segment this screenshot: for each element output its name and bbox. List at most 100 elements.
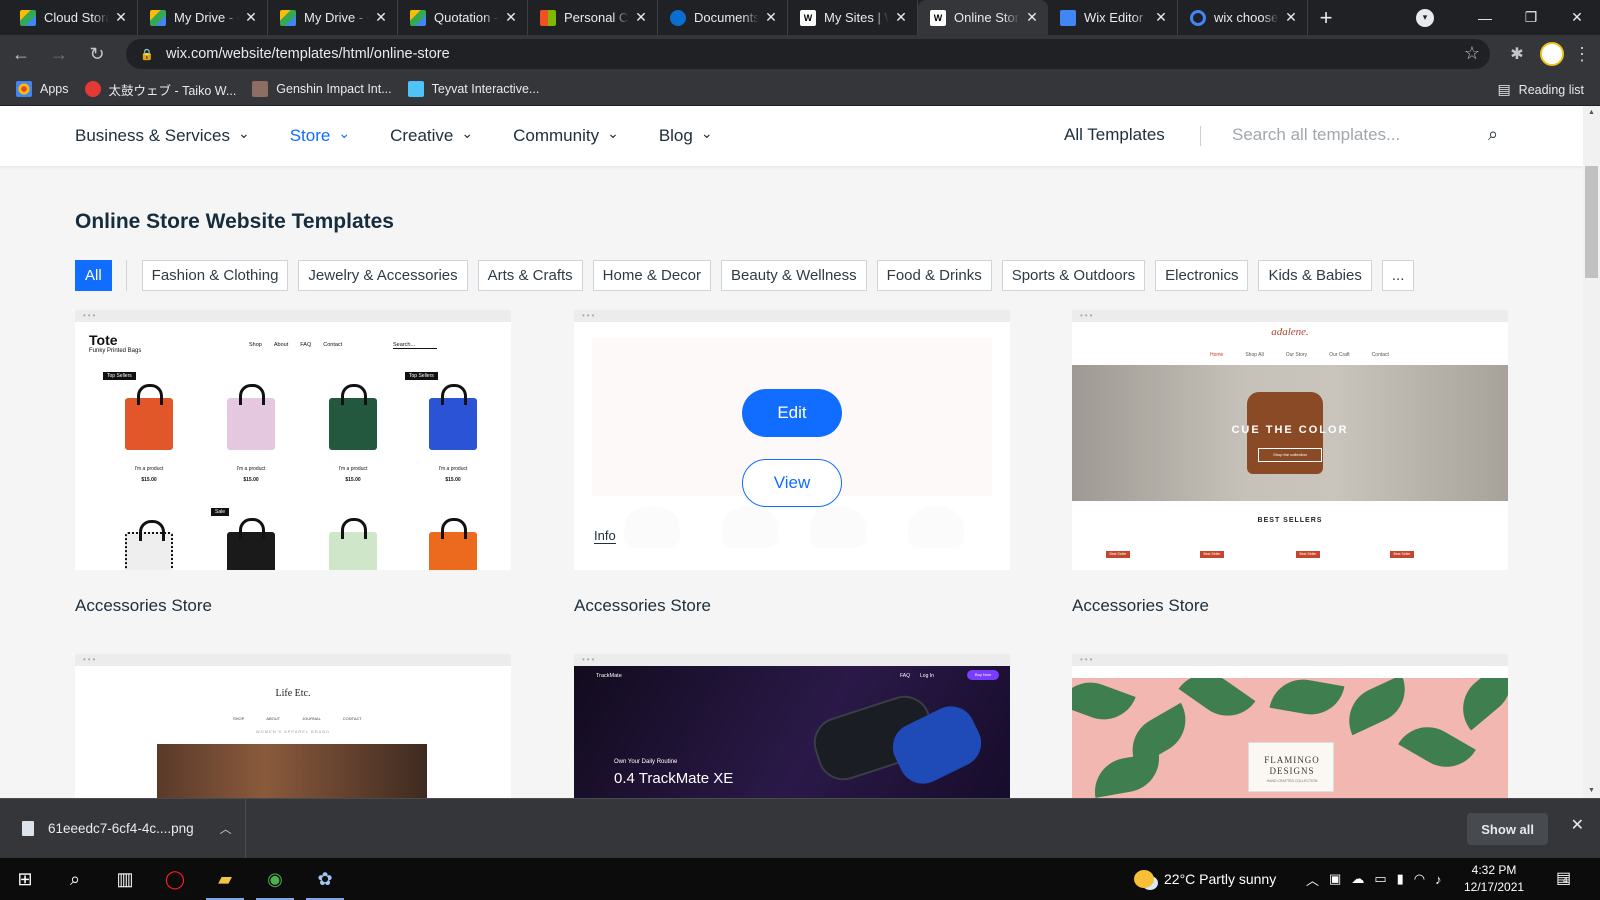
close-tab-icon[interactable]: ✕ xyxy=(1024,9,1040,26)
browser-tab[interactable]: My Drive - Google Drive ✕ xyxy=(138,0,268,35)
close-tab-icon[interactable]: ✕ xyxy=(1283,9,1299,26)
extensions-puzzle-icon[interactable]: ✱ xyxy=(1500,37,1534,71)
notifications-icon[interactable]: ▤4 xyxy=(1556,868,1571,888)
filter-more-button[interactable]: ... xyxy=(1381,260,1415,291)
file-explorer-icon[interactable]: ▰ xyxy=(200,858,250,900)
browser-tab[interactable]: W My Sites | Wix ✕ xyxy=(788,0,918,35)
browser-tab[interactable]: Quotation - Google Drive ✕ xyxy=(398,0,528,35)
clock[interactable]: 4:32 PM 12/17/2021 xyxy=(1464,862,1524,896)
onedrive-icon[interactable]: ☁ xyxy=(1351,871,1364,887)
close-window-icon[interactable]: ✕ xyxy=(1554,0,1600,35)
info-link[interactable]: Info xyxy=(594,529,616,544)
browser-tab[interactable]: Documents ✕ xyxy=(658,0,788,35)
show-all-button[interactable]: Show all xyxy=(1467,813,1548,845)
nav-item-creative[interactable]: Creative ⌄ xyxy=(390,125,473,146)
scroll-down-icon[interactable]: ▼ xyxy=(1583,784,1600,798)
template-thumbnail[interactable]: ••• Life Etc. SHOP ABOUT JOURNAL CONTACT… xyxy=(75,654,511,798)
filter-chip[interactable]: Food & Drinks xyxy=(876,260,992,291)
template-thumbnail[interactable]: ••• Edit View Info xyxy=(574,310,1010,570)
display-icon[interactable]: ▭ xyxy=(1374,871,1386,887)
template-card[interactable]: ••• TrackMate FAQ Log In Buy Now Own You… xyxy=(574,654,1010,798)
search-icon[interactable]: ⌕ xyxy=(1488,124,1498,145)
bookmark-item[interactable]: Teyvat Interactive... xyxy=(407,81,539,97)
minimize-icon[interactable]: — xyxy=(1462,0,1508,35)
browser-tab[interactable]: W Online Store ✕ xyxy=(918,0,1048,35)
scroll-up-icon[interactable]: ▲ xyxy=(1583,106,1600,120)
close-tab-icon[interactable]: ✕ xyxy=(763,9,779,26)
windows-start-icon[interactable]: ⊞ xyxy=(0,858,50,900)
browser-tab[interactable]: wix choose template ✕ xyxy=(1178,0,1308,35)
nav-item-blog[interactable]: Blog ⌄ xyxy=(659,125,713,146)
browser-tab[interactable]: My Drive - Google Drive ✕ xyxy=(268,0,398,35)
address-bar[interactable]: 🔒 wix.com/website/templates/html/online-… xyxy=(126,39,1490,69)
template-thumbnail[interactable]: ••• TrackMate FAQ Log In Buy Now Own You… xyxy=(574,654,1010,798)
scrollbar-thumb[interactable] xyxy=(1585,166,1598,278)
browser-tab[interactable]: Cloud Storage ✕ xyxy=(8,0,138,35)
bookmark-item[interactable]: Genshin Impact Int... xyxy=(252,81,392,97)
close-tab-icon[interactable]: ✕ xyxy=(373,9,389,26)
lock-icon[interactable]: 🔒 xyxy=(140,48,156,61)
page-scrollbar[interactable]: ▲ ▼ xyxy=(1583,106,1600,798)
paint-icon[interactable]: ✿ xyxy=(300,858,350,900)
template-card-hovered[interactable]: ••• Edit View Info Accessories Store xyxy=(574,310,1010,616)
filter-chip[interactable]: Sports & Outdoors xyxy=(1001,260,1146,291)
view-button[interactable]: View xyxy=(742,459,842,507)
filter-chip[interactable]: Beauty & Wellness xyxy=(721,260,867,291)
wifi-icon[interactable]: ◠ xyxy=(1414,871,1425,887)
template-title[interactable]: Accessories Store xyxy=(1072,596,1508,616)
back-icon[interactable]: ← xyxy=(4,37,38,71)
template-card[interactable]: ••• FLAMINGO DESIGNS HAND CRAFTED COLLEC… xyxy=(1072,654,1508,798)
filter-chip[interactable]: Arts & Crafts xyxy=(477,260,583,291)
chrome-icon[interactable]: ◉ xyxy=(250,858,300,900)
restore-icon[interactable]: ❐ xyxy=(1508,0,1554,35)
template-title[interactable]: Accessories Store xyxy=(574,596,1010,616)
browser-menu-icon[interactable]: ⋮ xyxy=(1570,44,1594,65)
chevron-up-icon[interactable]: ︿ xyxy=(220,820,232,837)
filter-chip[interactable]: Jewelry & Accessories xyxy=(298,260,468,291)
chevron-up-icon[interactable]: ︿ xyxy=(1306,870,1319,889)
template-thumbnail[interactable]: ••• Tote Funky Printed Bags Shop About F… xyxy=(75,310,511,570)
volume-icon[interactable]: ♪ xyxy=(1435,872,1442,887)
meet-icon[interactable]: ▣ xyxy=(1329,871,1341,887)
apps-bookmark[interactable]: Apps xyxy=(16,81,69,97)
download-item[interactable]: 61eeedc7-6cf4-4c....png ︿ xyxy=(0,798,246,859)
opera-icon[interactable]: ◯ xyxy=(150,858,200,900)
edit-button[interactable]: Edit xyxy=(742,389,842,437)
template-search-input[interactable]: Search all templates... xyxy=(1232,125,1400,145)
filter-chip[interactable]: Fashion & Clothing xyxy=(141,260,289,291)
template-card[interactable]: ••• adalene. Home Shop All Our Story Our… xyxy=(1072,310,1508,616)
template-card[interactable]: ••• Tote Funky Printed Bags Shop About F… xyxy=(75,310,511,616)
weather-widget[interactable]: 22°C Partly sunny xyxy=(1134,858,1276,900)
close-tab-icon[interactable]: ✕ xyxy=(1153,9,1169,26)
all-templates-link[interactable]: All Templates xyxy=(1064,125,1165,145)
close-tab-icon[interactable]: ✕ xyxy=(503,9,519,26)
battery-icon[interactable]: ▮ xyxy=(1397,871,1404,887)
browser-tab[interactable]: Personal Cloud ✕ xyxy=(528,0,658,35)
template-thumbnail[interactable]: ••• adalene. Home Shop All Our Story Our… xyxy=(1072,310,1508,570)
nav-item-store[interactable]: Store ⌄ xyxy=(290,125,350,146)
close-tab-icon[interactable]: ✕ xyxy=(113,9,129,26)
search-icon[interactable]: ⌕ xyxy=(50,858,100,900)
close-tab-icon[interactable]: ✕ xyxy=(633,9,649,26)
template-title[interactable]: Accessories Store xyxy=(75,596,511,616)
profile-avatar[interactable] xyxy=(1540,42,1564,66)
reload-icon[interactable]: ↻ xyxy=(80,37,114,71)
filter-chip[interactable]: Electronics xyxy=(1155,260,1249,291)
tab-search-icon[interactable]: ▾ xyxy=(1416,8,1434,27)
forward-icon[interactable]: → xyxy=(42,37,76,71)
close-tab-icon[interactable]: ✕ xyxy=(893,9,909,26)
filter-chip[interactable]: Kids & Babies xyxy=(1258,260,1372,291)
template-card[interactable]: ••• Life Etc. SHOP ABOUT JOURNAL CONTACT… xyxy=(75,654,511,798)
template-thumbnail[interactable]: ••• FLAMINGO DESIGNS HAND CRAFTED COLLEC… xyxy=(1072,654,1508,798)
nav-item-business[interactable]: Business & Services ⌄ xyxy=(75,125,250,146)
close-icon[interactable]: ✕ xyxy=(1571,815,1584,835)
bookmark-item[interactable]: 太鼓ウェブ - Taiko W... xyxy=(84,80,236,99)
browser-tab[interactable]: Wix Editor ✕ xyxy=(1048,0,1178,35)
nav-item-community[interactable]: Community ⌄ xyxy=(513,125,619,146)
filter-chip-all[interactable]: All xyxy=(75,260,112,291)
reading-list-button[interactable]: ▤ Reading list xyxy=(1497,73,1584,106)
task-view-icon[interactable]: ▥ xyxy=(100,858,150,900)
filter-chip[interactable]: Home & Decor xyxy=(592,260,712,291)
new-tab-button[interactable]: + xyxy=(1308,0,1344,35)
close-tab-icon[interactable]: ✕ xyxy=(243,9,259,26)
